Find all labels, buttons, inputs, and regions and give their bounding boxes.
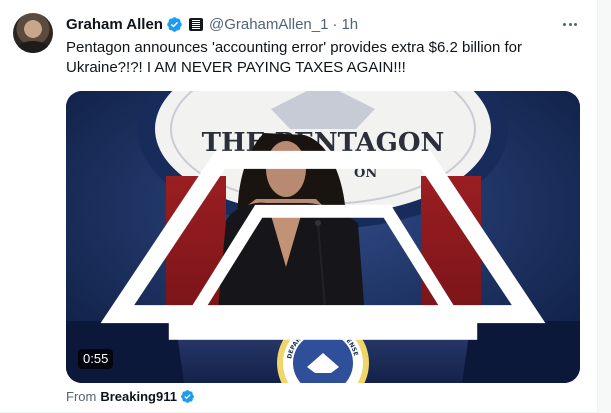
attribution-source[interactable]: Breaking911 — [100, 389, 177, 404]
verified-badge-icon[interactable] — [180, 389, 195, 404]
flag-badge-icon[interactable] — [188, 17, 203, 31]
verified-badge-icon[interactable] — [166, 16, 183, 33]
attribution: From Breaking911 — [66, 388, 195, 404]
more-horizontal-icon — [563, 22, 566, 26]
video-player[interactable]: THE PENTAGON ON DEPARTMENT OF DEFENSE 0:… — [66, 91, 580, 383]
more-horizontal-icon — [568, 22, 572, 26]
author-handle[interactable]: @GrahamAllen_1 — [209, 16, 328, 33]
attribution-label: From — [66, 388, 97, 404]
more-options-button[interactable] — [560, 14, 580, 34]
tweet[interactable]: Graham Allen @GrahamAllen_1 · 1h Pentago… — [0, 0, 597, 413]
author-name[interactable]: Graham Allen — [66, 16, 163, 33]
tweet-header: Graham Allen @GrahamAllen_1 · 1h — [66, 14, 358, 34]
pentagon-logo-icon — [100, 150, 546, 340]
avatar[interactable] — [13, 13, 53, 53]
tweet-text: Pentagon announces 'accounting error' pr… — [66, 39, 523, 76]
more-horizontal-icon — [574, 22, 577, 26]
scrollbar-track[interactable] — [597, 0, 611, 413]
avatar-shirt — [17, 41, 49, 53]
timestamp[interactable]: 1h — [341, 16, 358, 33]
separator-dot: · — [332, 15, 338, 33]
